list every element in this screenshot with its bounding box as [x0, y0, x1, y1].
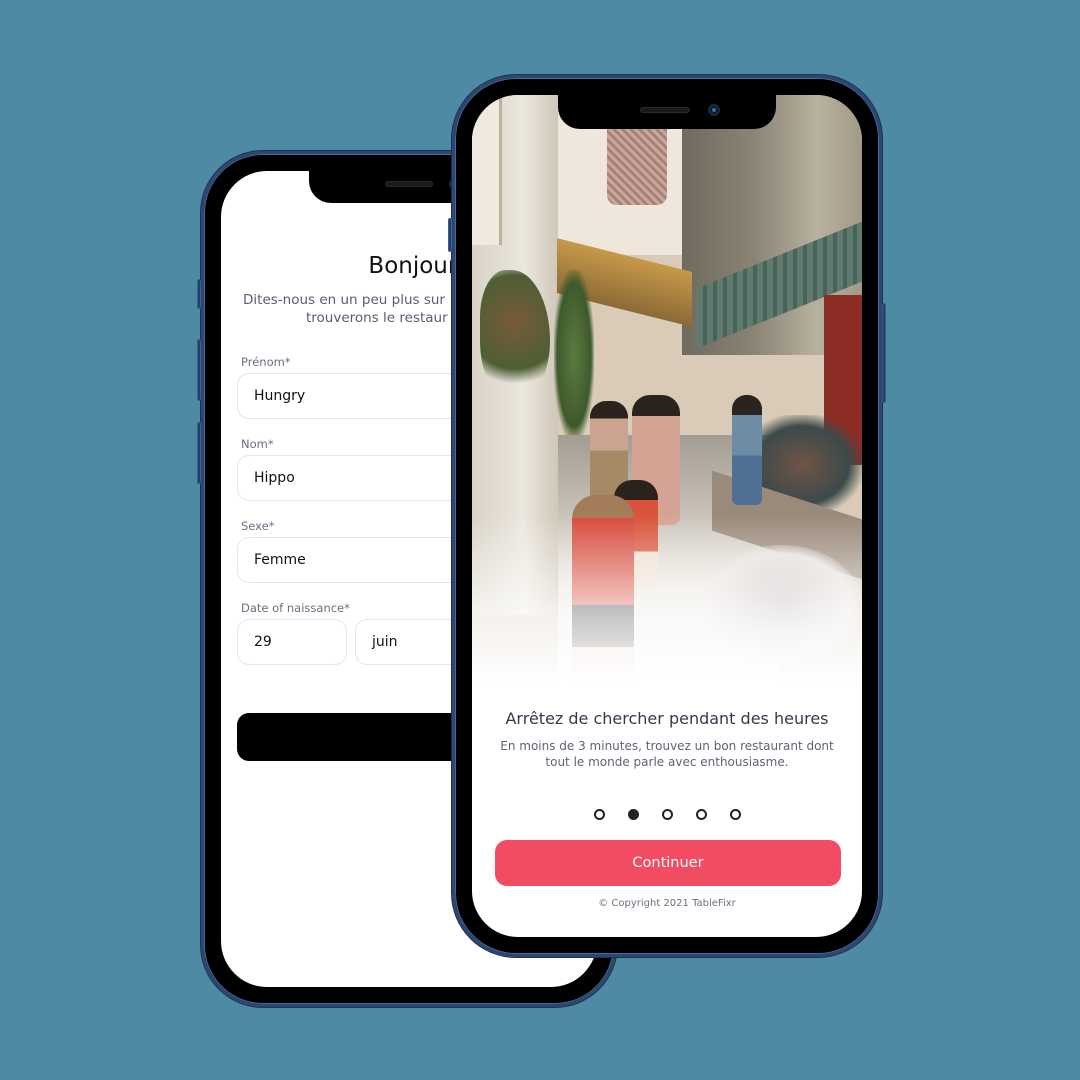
pagination-dot-5[interactable]: [729, 809, 741, 820]
last-name-label: Nom*: [241, 437, 274, 451]
birth-month-value: juin: [372, 634, 398, 650]
gender-value: Femme: [254, 552, 306, 568]
description-line-2: tout le monde parle avec enthousiasme.: [545, 755, 789, 769]
pagination-dot-3[interactable]: [661, 809, 673, 820]
copyright-text: © Copyright 2021 TableFixr: [598, 898, 736, 909]
power-button: [882, 303, 886, 403]
volume-up-button: [197, 339, 201, 401]
continue-button[interactable]: Continuer: [495, 840, 841, 886]
photo-balcony: [607, 125, 667, 205]
gender-label: Sexe*: [241, 519, 275, 533]
hero-street-photo: [472, 95, 862, 685]
photo-white-fade: [472, 515, 862, 685]
photo-woman-blue: [732, 395, 762, 505]
notch: [558, 95, 776, 129]
birth-day-value: 29: [254, 634, 272, 650]
volume-down-button: [197, 422, 201, 484]
onboarding-screen: Arrêtez de chercher pendant des heures E…: [472, 95, 862, 937]
speaker-grille: [385, 181, 433, 187]
front-phone-frame: Arrêtez de chercher pendant des heures E…: [448, 75, 886, 957]
onboarding-title: Arrêtez de chercher pendant des heures: [505, 709, 829, 728]
first-name-value: Hungry: [254, 388, 306, 404]
pagination-dot-2-active[interactable]: [627, 809, 639, 820]
photo-greenery: [554, 270, 594, 440]
action-button: [197, 279, 201, 309]
pagination-dot-4[interactable]: [695, 809, 707, 820]
birth-day-select[interactable]: 29: [237, 619, 347, 665]
birth-date-label: Date of naissance*: [241, 601, 350, 615]
photo-left-pillar: [472, 95, 502, 245]
volume-button: [448, 218, 452, 252]
description-line-1: En moins de 3 minutes, trouvez un bon re…: [500, 739, 834, 753]
first-name-label: Prénom*: [241, 355, 291, 369]
pagination-dot-1[interactable]: [593, 809, 605, 820]
last-name-value: Hippo: [254, 470, 295, 486]
front-camera-icon: [708, 104, 720, 116]
pagination-dots: [472, 809, 862, 820]
speaker-grille: [640, 107, 690, 113]
onboarding-description: En moins de 3 minutes, trouvez un bon re…: [492, 738, 842, 770]
